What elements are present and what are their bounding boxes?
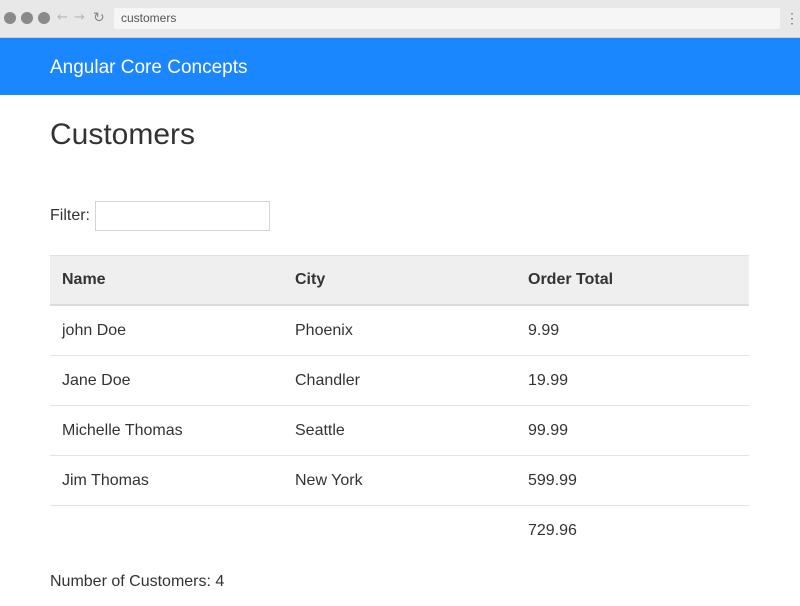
customers-table: Name City Order Total john Doe Phoenix 9… bbox=[50, 255, 749, 556]
column-header-name[interactable]: Name bbox=[62, 256, 106, 304]
cell-name: Michelle Thomas bbox=[62, 421, 183, 439]
page-title: Customers bbox=[50, 118, 196, 151]
menu-dots-icon[interactable]: ⋮ bbox=[785, 9, 799, 27]
cell-city: Phoenix bbox=[295, 321, 353, 339]
cell-name: Jane Doe bbox=[62, 371, 131, 389]
column-header-city[interactable]: City bbox=[295, 256, 325, 304]
window-close-icon[interactable] bbox=[4, 12, 16, 24]
filter-input[interactable] bbox=[95, 201, 270, 231]
window-minimize-icon[interactable] bbox=[21, 12, 33, 24]
column-header-order-total[interactable]: Order Total bbox=[528, 256, 613, 304]
app-brand-link[interactable]: Angular Core Concepts bbox=[50, 57, 248, 79]
customer-count: Number of Customers: 4 bbox=[50, 573, 224, 591]
filter-label: Filter: bbox=[50, 207, 90, 224]
cell-name: Jim Thomas bbox=[62, 471, 149, 489]
address-bar-url: customers bbox=[121, 11, 177, 25]
cell-name: john Doe bbox=[62, 321, 127, 339]
app-navbar: Angular Core Concepts bbox=[0, 38, 800, 95]
cell-order-total: 599.99 bbox=[528, 471, 577, 489]
forward-arrow-icon[interactable]: → bbox=[74, 8, 85, 28]
cell-city: New York bbox=[295, 471, 363, 489]
customer-count-value: 4 bbox=[215, 573, 225, 590]
cell-order-total: 9.99 bbox=[528, 321, 560, 339]
cell-city: Seattle bbox=[295, 421, 345, 439]
address-bar[interactable]: customers bbox=[114, 8, 780, 29]
window-maximize-icon[interactable] bbox=[38, 12, 50, 24]
cell-city: Chandler bbox=[295, 371, 360, 389]
cell-order-total: 19.99 bbox=[528, 371, 569, 389]
table-total-row: 729.96 bbox=[50, 506, 749, 556]
order-total-sum: 729.96 bbox=[528, 522, 577, 539]
table-row: Jane Doe Chandler 19.99 bbox=[50, 356, 749, 406]
back-arrow-icon[interactable]: ← bbox=[57, 8, 68, 28]
table-row: john Doe Phoenix 9.99 bbox=[50, 306, 749, 356]
table-row: Michelle Thomas Seattle 99.99 bbox=[50, 406, 749, 456]
browser-toolbar: ← → ↻ customers ⋮ bbox=[0, 0, 800, 38]
reload-icon[interactable]: ↻ bbox=[93, 8, 105, 28]
table-row: Jim Thomas New York 599.99 bbox=[50, 456, 749, 506]
customer-count-label: Number of Customers: bbox=[50, 573, 211, 590]
cell-order-total: 99.99 bbox=[528, 421, 569, 439]
table-header-row: Name City Order Total bbox=[50, 255, 749, 306]
